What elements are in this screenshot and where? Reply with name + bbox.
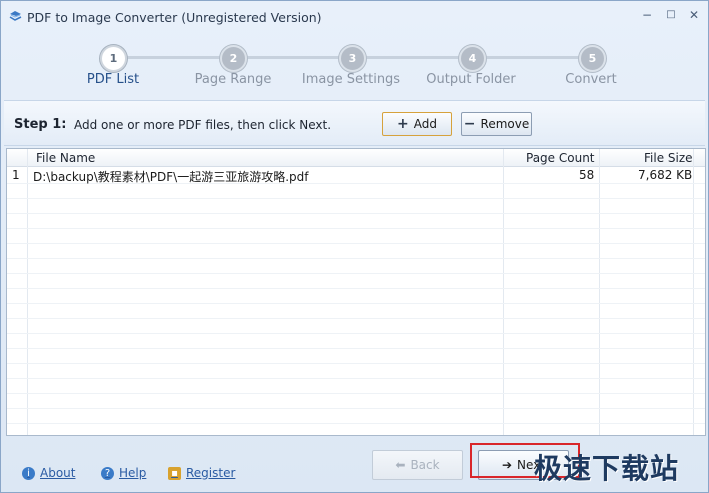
row-divider [7,258,705,259]
help-link-label: Help [119,466,147,480]
plus-icon: + [397,116,409,132]
back-arrow-icon: ⬅ [395,458,406,472]
row-divider [7,243,705,244]
row-divider [7,393,705,394]
wizard-steps: 1 PDF List 2 Page Range 3 Image Settings… [1,41,708,93]
window-title: PDF to Image Converter (Unregistered Ver… [27,10,322,25]
row-divider [7,363,705,364]
row-file-name: D:\backup\教程素材\PDF\一起游三亚旅游攻略.pdf [33,170,309,184]
watermark-text: 极速下载站 [534,452,680,485]
step-4-circle: 4 [459,45,486,72]
maximize-icon[interactable]: □ [663,7,679,23]
row-divider [7,318,705,319]
remove-button-label: Remove [480,117,530,131]
about-link[interactable]: i About [22,466,75,480]
row-divider [7,348,705,349]
row-divider [7,333,705,334]
step-1-label: PDF List [86,72,140,87]
row-divider [7,273,705,274]
column-header-file-size[interactable]: File Size [644,151,693,165]
register-link-label: Register [186,466,236,480]
row-divider [7,378,705,379]
row-divider [7,423,705,424]
help-icon: ? [101,466,114,480]
close-icon[interactable]: ✕ [686,7,702,23]
help-link[interactable]: ? Help [101,466,146,480]
step-2-label: Page Range [194,72,272,87]
back-button-label: Back [410,458,440,472]
info-icon: i [22,466,35,480]
minus-icon: − [463,116,476,132]
step-1-circle: 1 [100,45,127,72]
column-header-page-count[interactable]: Page Count [526,151,595,165]
step-3-label: Image Settings [301,72,401,87]
register-link[interactable]: ▪ Register [168,466,235,480]
step-5-label: Convert [565,72,617,87]
row-divider [7,288,705,289]
back-button[interactable]: ⬅ Back [372,450,463,480]
row-page-count: 58 [579,168,595,182]
row-file-size: 7,682 KB [638,168,693,182]
add-button[interactable]: + Add [382,112,452,136]
row-divider [7,228,705,229]
step-4-label: Output Folder [426,72,516,87]
step-5-circle: 5 [579,45,606,72]
title-bar: PDF to Image Converter (Unregistered Ver… [1,1,708,33]
step-title: Step 1: [14,117,67,132]
step-description: Add one or more PDF files, then click Ne… [74,118,332,132]
row-divider [7,408,705,409]
add-button-label: Add [413,117,437,131]
step-3-circle: 3 [339,45,366,72]
row-divider [7,213,705,214]
about-link-label: About [40,466,76,480]
app-icon [9,11,22,21]
pdf-file-table[interactable]: File Name Page Count File Size 1 D:\back… [6,148,706,436]
row-divider [7,198,705,199]
app-window: PDF to Image Converter (Unregistered Ver… [0,0,709,493]
lock-icon: ▪ [168,466,181,480]
minimize-icon[interactable]: − [639,7,655,23]
row-divider [7,303,705,304]
row-index: 1 [12,168,20,182]
step-2-circle: 2 [220,45,247,72]
column-header-file-name[interactable]: File Name [36,151,95,165]
step-instruction-bar: Step 1: Add one or more PDF files, then … [4,100,705,146]
remove-button[interactable]: − Remove [461,112,532,136]
table-header: File Name Page Count File Size [7,149,705,167]
